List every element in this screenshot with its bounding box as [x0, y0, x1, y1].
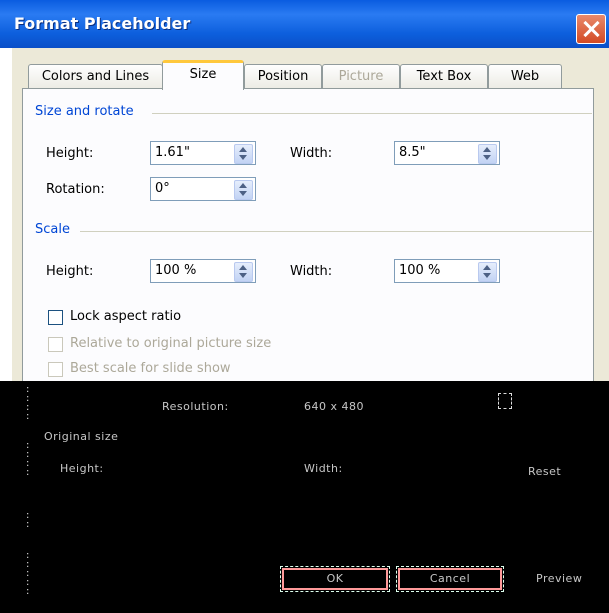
window-title: Format Placeholder — [14, 14, 191, 33]
close-icon[interactable] — [576, 14, 606, 44]
width-value[interactable]: 8.5" — [399, 145, 426, 160]
original-width-label: Width: — [304, 462, 343, 475]
edge-artifact: :: — [26, 510, 30, 530]
tab-web[interactable]: Web — [488, 64, 562, 89]
width-label: Width: — [290, 146, 333, 161]
scale-height-label: Height: — [46, 264, 94, 279]
lock-aspect-checkbox[interactable] — [48, 310, 63, 325]
scale-height-spinner[interactable]: 100 % — [150, 259, 256, 283]
height-spinner[interactable]: 1.61" — [150, 141, 256, 165]
tab-picture[interactable]: Picture — [322, 64, 400, 89]
relative-size-label: Relative to original picture size — [70, 336, 272, 351]
scale-width-spinner[interactable]: 100 % — [394, 259, 500, 283]
rotation-label: Rotation: — [46, 182, 105, 197]
scale-section-title: Scale — [35, 222, 70, 237]
preview-button[interactable]: Preview — [536, 572, 582, 585]
ok-button[interactable]: OK — [280, 566, 390, 592]
edge-artifact: :::: — [26, 440, 30, 478]
height-value[interactable]: 1.61" — [155, 145, 190, 160]
width-spinner[interactable]: 8.5" — [394, 141, 500, 165]
spinner-arrows-icon[interactable] — [234, 144, 253, 164]
section-divider — [152, 113, 592, 114]
lock-aspect-label[interactable]: Lock aspect ratio — [70, 309, 181, 324]
size-rotate-section-title: Size and rotate — [35, 104, 134, 119]
height-label: Height: — [46, 146, 94, 161]
cancel-label[interactable]: Cancel — [400, 570, 500, 588]
section-divider — [80, 231, 592, 232]
resolution-value: 640 x 480 — [304, 400, 364, 413]
relative-size-checkbox[interactable] — [48, 337, 63, 352]
best-scale-label: Best scale for slide show — [70, 361, 231, 376]
rotation-value[interactable]: 0° — [155, 181, 170, 196]
window-left-edge — [0, 48, 12, 381]
best-scale-checkbox[interactable] — [48, 362, 63, 377]
spinner-arrows-icon[interactable] — [234, 180, 253, 200]
edge-artifact: :::: — [26, 384, 30, 422]
tab-colors-and-lines[interactable]: Colors and Lines — [28, 64, 163, 89]
original-height-label: Height: — [60, 462, 104, 475]
reset-button[interactable]: Reset — [528, 465, 561, 478]
scale-width-value[interactable]: 100 % — [399, 263, 440, 278]
original-size-title: Original size — [44, 430, 119, 443]
dropdown-icon[interactable] — [498, 393, 512, 409]
ok-label[interactable]: OK — [284, 570, 386, 588]
spinner-arrows-icon[interactable] — [478, 262, 497, 282]
cancel-button[interactable]: Cancel — [396, 566, 504, 592]
corrupted-region: :::: :::: :: ::::: Resolution: 640 x 480… — [0, 381, 609, 613]
edge-artifact: ::::: — [26, 550, 30, 597]
scale-width-label: Width: — [290, 264, 333, 279]
tab-text-box[interactable]: Text Box — [400, 64, 488, 89]
resolution-label: Resolution: — [162, 400, 229, 413]
rotation-spinner[interactable]: 0° — [150, 177, 256, 201]
tab-position[interactable]: Position — [244, 64, 322, 89]
tab-size[interactable]: Size — [162, 60, 244, 90]
scale-height-value[interactable]: 100 % — [155, 263, 196, 278]
title-bar: Format Placeholder — [0, 0, 609, 48]
spinner-arrows-icon[interactable] — [478, 144, 497, 164]
spinner-arrows-icon[interactable] — [234, 262, 253, 282]
